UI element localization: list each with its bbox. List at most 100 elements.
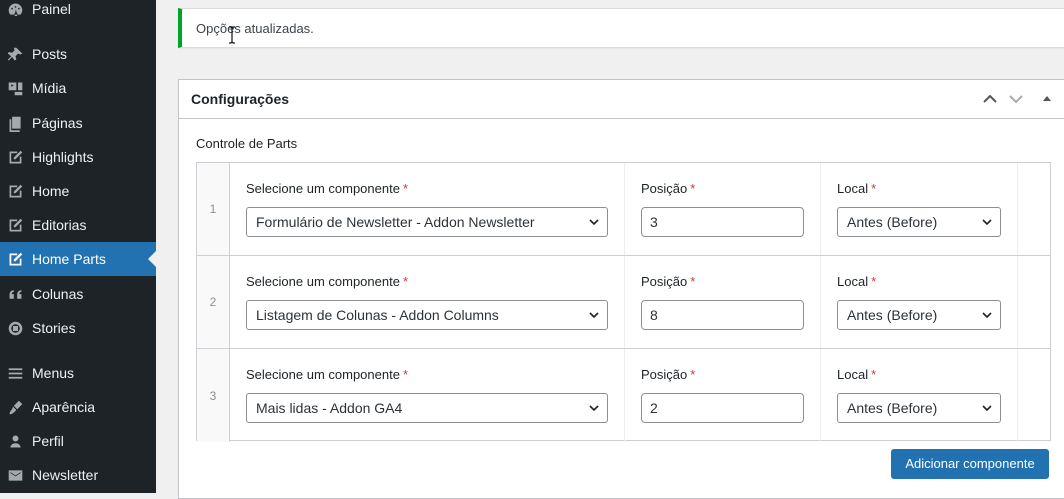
triangle-up-icon [1043,96,1051,101]
sidebar-item-paginas[interactable]: Páginas [0,106,156,140]
sidebar-item-home-parts[interactable]: Home Parts [0,242,156,276]
sidebar-item-painel[interactable]: Painel [0,0,156,26]
required-mark: * [871,274,877,289]
local-select[interactable]: Antes (Before) [837,300,1001,330]
chevron-down-icon [589,219,599,226]
sidebar-item-label: Menus [32,365,75,381]
pin-icon [5,44,25,64]
sidebar-item-label: Páginas [32,115,83,131]
sidebar-item-label: Home Parts [32,251,106,267]
email-icon [5,465,25,485]
row-order-handle[interactable]: 3 [197,349,230,442]
sidebar-item-colunas[interactable]: Colunas [0,277,156,311]
dashboard-icon [5,0,25,19]
position-cell: Posição * 8 [625,256,821,348]
sidebar-item-label: Highlights [32,149,94,165]
required-mark: * [690,274,696,289]
table-row: 3 Selecione um componente * Mais lidas - … [197,349,1050,442]
row-order-handle[interactable]: 1 [197,163,230,255]
position-input[interactable]: 2 [641,393,804,423]
required-mark: * [402,181,408,196]
component-select[interactable]: Formulário de Newsletter - Addon Newslet… [246,207,608,237]
chevron-down-icon [589,312,599,319]
component-select[interactable]: Mais lidas - Addon GA4 [246,393,608,423]
sidebar-item-label: Newsletter [32,467,99,483]
select-value: Antes (Before) [847,307,938,323]
sidebar-item-highlights[interactable]: Highlights [0,140,156,174]
success-notice: Opções atualizadas. [178,8,1064,48]
sidebar-item-posts[interactable]: Posts [0,37,156,71]
move-down-button[interactable] [1006,89,1026,109]
sidebar-item-aparencia[interactable]: Aparência [0,390,156,424]
brush-icon [5,397,25,417]
sidebar-item-menus[interactable]: Menus [0,356,156,390]
row-actions-cell [1018,256,1050,348]
local-select[interactable]: Antes (Before) [837,207,1001,237]
edit-page-icon [5,215,25,235]
sidebar-item-label: Stories [32,320,76,336]
postbox-title: Configurações [191,91,290,107]
chevron-down-icon [982,405,992,412]
local-cell: Local * Antes (Before) [821,349,1018,442]
required-mark: * [402,274,408,289]
select-value: Mais lidas - Addon GA4 [256,400,403,416]
settings-postbox: Configurações Controle de Parts 1 Seleci… [178,79,1064,499]
sidebar-item-newsletter[interactable]: Newsletter [0,458,156,492]
local-select[interactable]: Antes (Before) [837,393,1001,423]
sidebar-item-label: Aparência [32,399,96,415]
position-cell: Posição * 3 [625,163,821,255]
required-mark: * [871,181,877,196]
add-component-button[interactable]: Adicionar componente [891,449,1049,479]
component-label: Selecione um componente * [246,367,408,382]
row-actions-cell [1018,349,1050,442]
select-value: Antes (Before) [847,400,938,416]
position-input[interactable]: 8 [641,300,804,330]
sidebar-item-label: Painel [32,1,71,17]
chevron-down-icon [982,312,992,319]
postbox-header: Configurações [179,80,1064,119]
required-mark: * [690,181,696,196]
user-icon [5,431,25,451]
table-row: 2 Selecione um componente * Listagem de C… [197,256,1050,349]
component-cell: Selecione um componente * Formulário de N… [230,163,625,255]
chevron-down-icon [589,405,599,412]
pages-icon [5,113,25,133]
sidebar-item-home[interactable]: Home [0,174,156,208]
toggle-panel-button[interactable] [1037,89,1057,109]
sidebar-item-label: Posts [32,46,68,62]
edit-page-icon [5,147,25,167]
edit-page-icon [5,181,25,201]
local-cell: Local * Antes (Before) [821,256,1018,348]
required-mark: * [402,367,408,382]
component-label: Selecione um componente * [246,274,408,289]
menu-icon [5,363,25,383]
sidebar-item-label: Colunas [32,286,84,302]
media-icon [5,78,25,98]
sidebar-item-label: Editorias [32,217,87,233]
sidebar-item-perfil[interactable]: Perfil [0,424,156,458]
component-cell: Selecione um componente * Listagem de Col… [230,256,625,348]
sidebar-item-label: Home [32,183,70,199]
local-cell: Local * Antes (Before) [821,163,1018,255]
move-up-button[interactable] [980,89,1000,109]
sidebar-item-midia[interactable]: Mídia [0,71,156,105]
sidebar-item-stories[interactable]: Stories [0,311,156,345]
admin-sidebar: Painel Posts Mídia Páginas Highlights Ho… [0,0,156,493]
required-mark: * [690,367,696,382]
position-input[interactable]: 3 [641,207,804,237]
sidebar-item-label: Perfil [32,433,64,449]
quote-icon [5,284,25,304]
component-select[interactable]: Listagem de Colunas - Addon Columns [246,300,608,330]
position-label: Posição * [641,367,696,382]
edit-page-icon [5,249,25,269]
field-label: Controle de Parts [196,136,298,151]
row-order-handle[interactable]: 2 [197,256,230,348]
component-cell: Selecione um componente * Mais lidas - Ad… [230,349,625,442]
position-cell: Posição * 2 [625,349,821,442]
text-cursor-icon [229,26,235,44]
table-row: 1 Selecione um componente * Formulário de… [197,163,1050,256]
position-label: Posição * [641,181,696,196]
select-value: Formulário de Newsletter - Addon Newslet… [256,214,535,230]
select-value: Antes (Before) [847,214,938,230]
sidebar-item-editorias[interactable]: Editorias [0,208,156,242]
